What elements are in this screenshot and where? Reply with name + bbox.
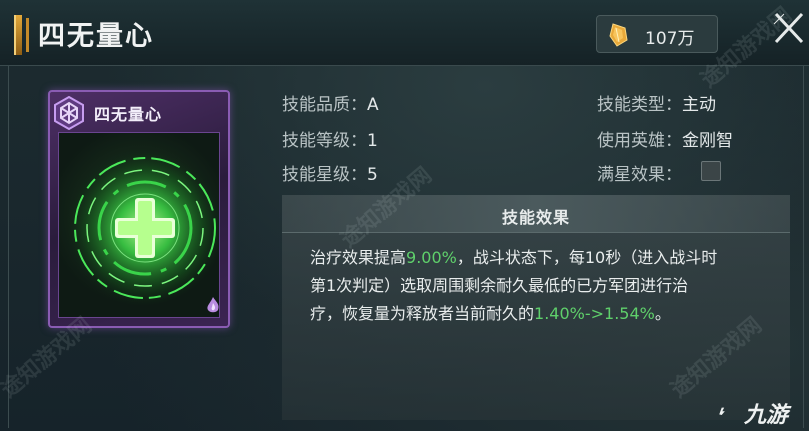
attr-full-star-effect: 满星效果： <box>597 165 682 185</box>
page-title: 四无量心 <box>38 21 154 52</box>
currency-display[interactable]: 107万 <box>596 15 718 53</box>
effect-line-2: 第1次判定）选取周围剩余耐久最低的已方军团进行治 <box>310 276 689 295</box>
currency-value: 107万 <box>645 29 695 49</box>
title-accent-line <box>26 18 29 52</box>
effect-line-3: 疗，恢复量为释放者当前耐久的1.40%->1.54%。 <box>310 304 671 323</box>
attr-quality: 技能品质：A <box>282 95 379 115</box>
effect-line-1: 治疗效果提高9.00%，战斗状态下，每10秒（进入战斗时 <box>310 248 718 267</box>
attr-type: 技能类型：主动 <box>597 95 716 115</box>
full-star-checkbox[interactable] <box>701 161 721 181</box>
header-bar: 四无量心 107万 <box>0 0 809 66</box>
flame-corner-icon <box>207 297 219 313</box>
logo-text: 九游 <box>744 403 789 428</box>
hexagon-badge-icon <box>54 96 84 130</box>
gold-crystal-icon <box>609 23 628 47</box>
card-title: 四无量心 <box>94 105 163 124</box>
title-accent-bar <box>14 15 22 55</box>
jiuyou-logo-icon <box>719 407 725 416</box>
attr-star: 技能星级：5 <box>282 165 378 185</box>
green-cross-heal-icon <box>67 150 220 306</box>
attr-level: 技能等级：1 <box>282 131 378 151</box>
attr-hero: 使用英雄：金刚智 <box>597 131 733 151</box>
